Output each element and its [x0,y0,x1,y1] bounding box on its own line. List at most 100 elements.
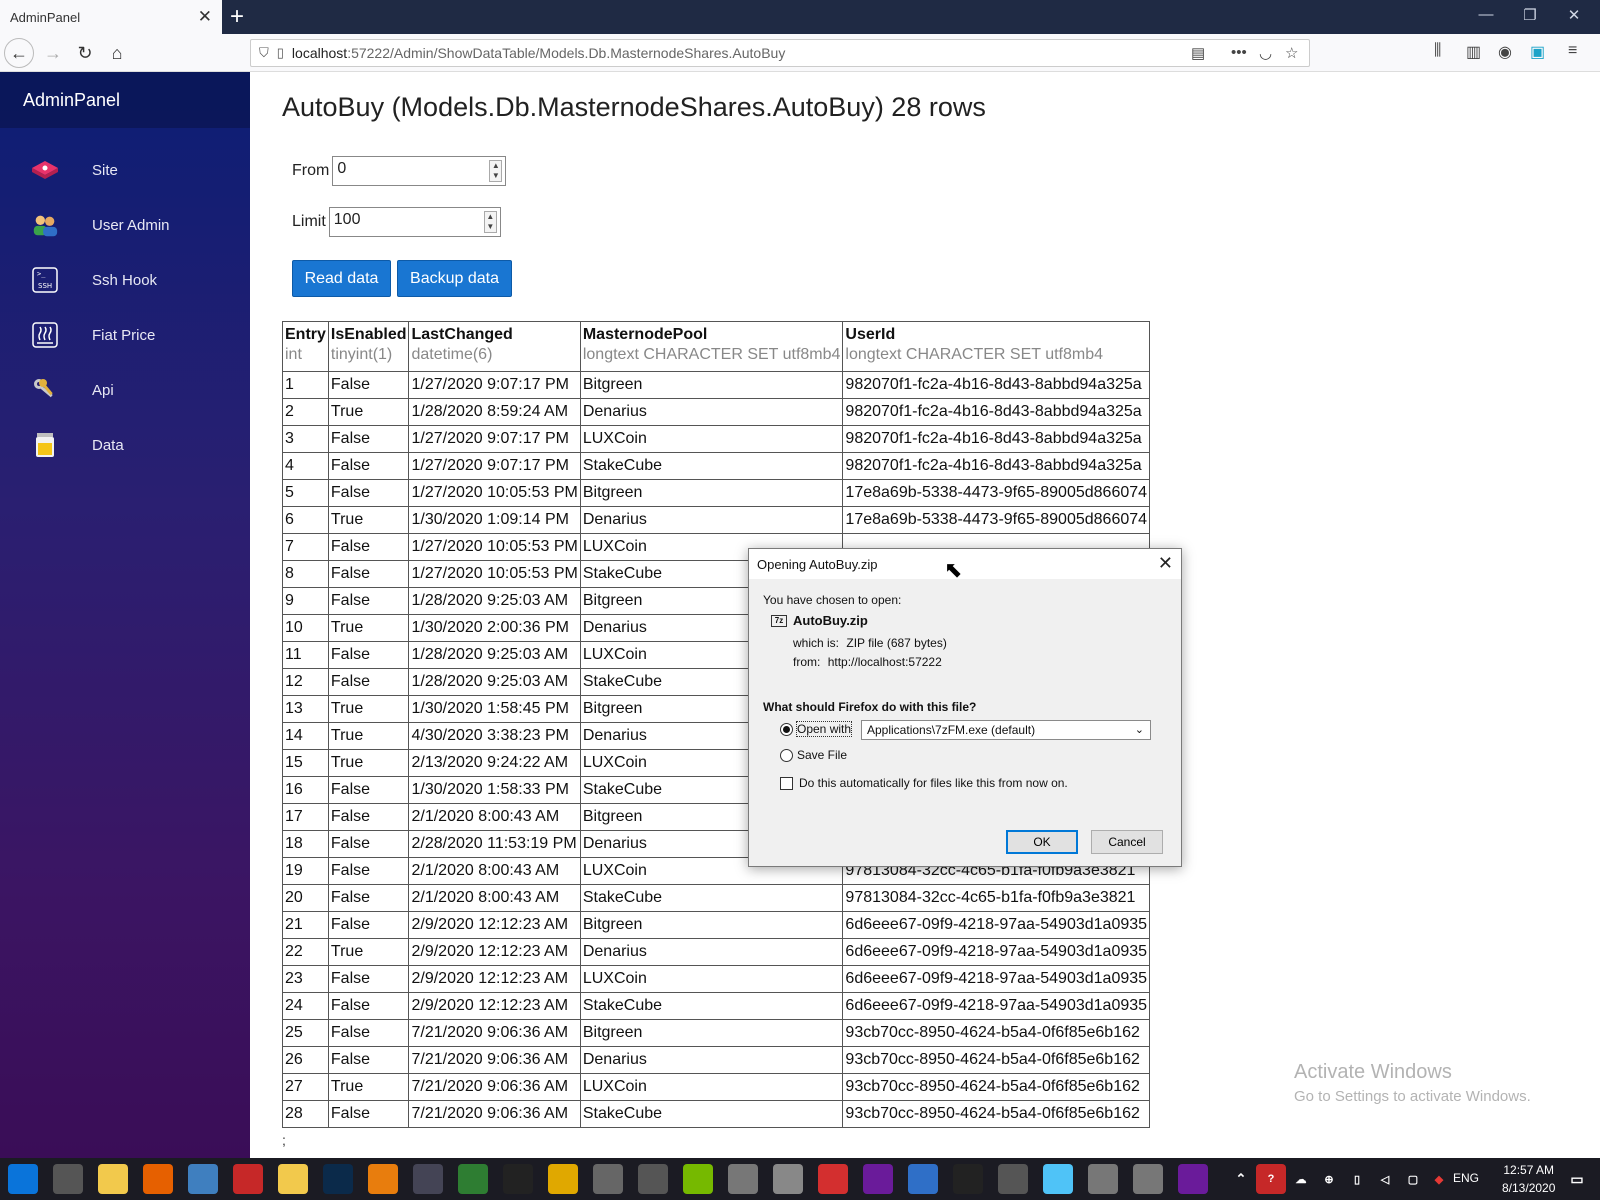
app-icon[interactable] [1133,1164,1163,1194]
reload-icon[interactable]: ↻ [70,38,100,68]
window-close-button[interactable]: ✕ [1554,6,1594,24]
home-icon[interactable]: ⌂ [102,38,132,68]
folder-icon[interactable] [278,1164,308,1194]
tray-clock[interactable]: 12:57 AM 8/13/2020 [1502,1161,1555,1197]
app-icon[interactable] [188,1164,218,1194]
library-icon[interactable]: ⫼ [1434,42,1441,60]
read-data-button[interactable]: Read data [292,260,391,297]
tray-app-icon[interactable]: ☁ [1286,1164,1316,1194]
tab-close-icon[interactable]: ✕ [198,7,212,27]
save-app-icon[interactable] [233,1164,263,1194]
calendar-icon[interactable] [728,1164,758,1194]
table-cell: 1/27/2020 9:07:17 PM [408,425,581,453]
dialog-question: What should Firefox do with this file? [763,700,977,714]
dialog-titlebar[interactable]: Opening AutoBuy.zip [749,549,1181,579]
bookmark-star-icon[interactable]: ☆ [1285,44,1298,62]
app-icon[interactable] [1088,1164,1118,1194]
more-icon[interactable]: ••• [1231,44,1247,61]
table-cell: 24 [282,992,329,1020]
tray-help-icon[interactable]: ? [1256,1164,1286,1194]
tray-security-icon[interactable]: ◆ [1424,1164,1454,1194]
tray-drive-icon[interactable]: ▯ [1342,1164,1372,1194]
menu-icon[interactable]: ≡ [1568,42,1577,60]
save-file-radio[interactable] [780,749,793,762]
sidebar-item-user-admin[interactable]: User Admin [0,203,250,247]
back-icon[interactable]: ← [4,38,34,68]
table-cell: False [327,911,410,939]
tray-language[interactable]: ENG [1453,1171,1479,1185]
new-tab-button[interactable]: + [230,3,244,31]
column-name: IsEnabled [330,326,407,343]
clock-time: 12:57 AM [1503,1163,1555,1177]
sidebar-item-site[interactable]: Site [0,148,250,192]
notification-icon[interactable]: ▭ [1562,1164,1592,1194]
column-header: LastChanged datetime(6) [408,321,581,372]
app-icon[interactable] [638,1164,668,1194]
from-input[interactable]: 0 ▲ ▼ [332,156,507,186]
table-cell: 1/28/2020 8:59:24 AM [408,398,581,426]
photoshop-icon[interactable] [323,1164,353,1194]
tray-chevron-up-icon[interactable]: ⌃ [1226,1164,1256,1194]
site-icon [31,156,59,184]
table-cell: 2/28/2020 11:53:19 PM [408,830,581,858]
tray-network-icon[interactable]: ⊕ [1314,1164,1344,1194]
sidebar-brand[interactable]: AdminPanel [0,72,250,128]
app-icon[interactable] [908,1164,938,1194]
app-icon[interactable] [1043,1164,1073,1194]
browser-tab[interactable]: AdminPanel ✕ [0,0,222,34]
auto-label[interactable]: Do this automatically for files like thi… [799,776,1068,790]
ok-button[interactable]: OK [1006,830,1078,854]
app-icon[interactable] [773,1164,803,1194]
dialog-close-icon[interactable]: ✕ [1158,553,1173,574]
spreadsheet-icon[interactable] [458,1164,488,1194]
file-explorer-icon[interactable] [98,1164,128,1194]
blender-icon[interactable] [368,1164,398,1194]
sidebar-item-data[interactable]: Data [0,423,250,467]
save-file-label[interactable]: Save File [797,748,847,762]
opera-icon[interactable] [818,1164,848,1194]
table-cell: False [327,452,410,480]
tray-volume-icon[interactable]: ◁ [1370,1164,1400,1194]
open-with-radio[interactable] [780,723,793,736]
table-cell: 7 [282,533,329,561]
table-cell: StakeCube [579,452,844,480]
sidebar-item-fiat-price[interactable]: Fiat Price [0,313,250,357]
limit-input[interactable]: 100 ▲ ▼ [328,207,501,237]
open-with-label[interactable]: Open with [795,721,853,737]
sidebar-item-ssh-hook[interactable]: >_ SSH Ssh Hook [0,258,250,302]
app-icon[interactable] [413,1164,443,1194]
table-cell: 6d6eee67-09f9-4218-97aa-54903d1a0935 [842,965,1151,993]
minimize-button[interactable]: — [1466,6,1506,23]
sidebar-item-api[interactable]: Api [0,368,250,412]
visual-studio-icon[interactable] [863,1164,893,1194]
app-icon[interactable] [683,1164,713,1194]
task-view-icon[interactable] [53,1164,83,1194]
shield-icon[interactable]: ⛉ [259,45,269,61]
maximize-button[interactable]: ❐ [1510,6,1550,24]
from-spinner[interactable]: ▲ ▼ [489,160,503,182]
visual-studio-icon[interactable] [1178,1164,1208,1194]
windows-start-icon[interactable] [8,1164,38,1194]
rider-icon[interactable] [953,1164,983,1194]
table-cell: 2/13/2020 9:24:22 AM [408,749,581,777]
save-icon[interactable]: ▣ [1530,42,1545,62]
firefox-icon[interactable] [143,1164,173,1194]
sidebar-icon[interactable]: ▥ [1466,42,1481,62]
backup-data-button[interactable]: Backup data [397,260,512,297]
account-icon[interactable]: ◉ [1498,42,1512,62]
reader-view-icon[interactable]: ▤ [1191,44,1205,62]
chevron-down-icon: ⌄ [1134,724,1144,736]
terminal-icon[interactable] [503,1164,533,1194]
open-with-select[interactable]: Applications\7zFM.exe (default) ⌄ [861,720,1151,740]
forward-icon[interactable]: → [38,38,68,68]
pocket-icon[interactable]: ◡ [1259,44,1272,62]
cancel-button[interactable]: Cancel [1091,830,1163,854]
app-icon[interactable] [548,1164,578,1194]
url-bar[interactable]: ⛉ ▯ localhost:57222/Admin/ShowDataTable/… [250,39,1310,67]
page-icon[interactable]: ▯ [277,45,284,61]
app-icon[interactable] [998,1164,1028,1194]
tools-icon[interactable] [593,1164,623,1194]
auto-checkbox[interactable] [780,777,793,790]
limit-spinner[interactable]: ▲ ▼ [483,211,497,233]
dialog-filename: AutoBuy.zip [793,613,868,628]
